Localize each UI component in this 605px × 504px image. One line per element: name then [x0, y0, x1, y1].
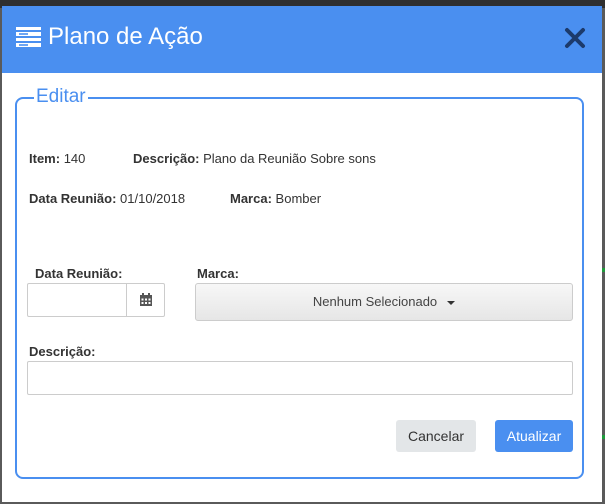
description-input[interactable] [27, 361, 573, 395]
item-value: 140 [63, 151, 86, 166]
meeting-date-value: 01/10/2018 [120, 191, 186, 206]
brand-value: Bomber [275, 191, 322, 206]
summary-description: Descrição: Plano da Reunião Sobre sons [133, 151, 376, 167]
modal-title: Plano de Ação [48, 23, 203, 50]
fieldset-legend: Editar [34, 86, 88, 108]
update-button[interactable]: Atualizar [495, 420, 573, 452]
form-description-label: Descrição: [29, 344, 96, 359]
form-brand-label: Marca: [197, 266, 239, 281]
meeting-date-input[interactable] [28, 284, 126, 316]
brand-select[interactable]: Nenhum Selecionado [195, 283, 573, 321]
brand-select-value: Nenhum Selecionado [312, 294, 438, 309]
description-value: Plano da Reunião Sobre sons [203, 151, 376, 166]
calendar-icon [139, 293, 152, 306]
calendar-button[interactable] [126, 284, 164, 316]
chevron-down-icon [447, 300, 456, 305]
meeting-date-picker [27, 283, 165, 317]
summary-item: Item: 140 [29, 151, 85, 167]
description-label: Descrição: [133, 151, 200, 166]
summary-meeting-date: Data Reunião: 01/10/2018 [29, 191, 185, 207]
list-icon [16, 27, 41, 47]
cancel-button[interactable]: Cancelar [396, 420, 476, 452]
brand-label: Marca: [230, 191, 272, 206]
form-meeting-date-label: Data Reunião: [35, 266, 123, 281]
close-icon[interactable] [564, 27, 586, 49]
modal-header: Plano de Ação [2, 6, 602, 73]
summary-brand: Marca: Bomber [230, 191, 321, 207]
meeting-date-label: Data Reunião: [29, 191, 117, 206]
item-label: Item: [29, 151, 61, 166]
